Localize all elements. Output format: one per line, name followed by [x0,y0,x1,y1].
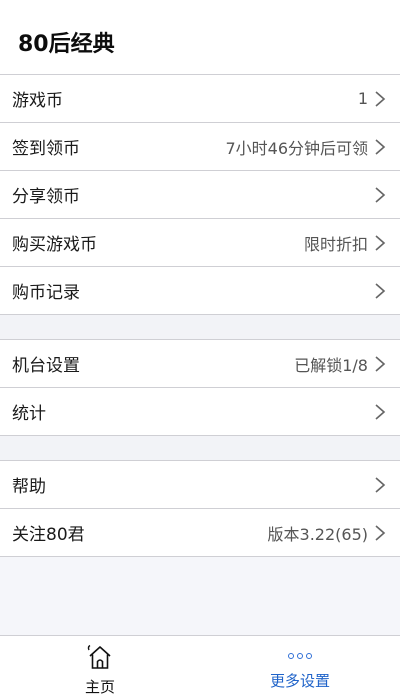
tab-home-label: 主页 [84,678,115,696]
row-share-coins[interactable]: 分享领币 [0,171,400,219]
row-label: 购买游戏币 [12,235,97,255]
row-purchase-history[interactable]: 购币记录 [0,267,400,315]
tab-more-settings-label: 更多设置 [269,672,330,690]
machine-settings-group: 机台设置 已解锁1/8 统计 [0,339,400,436]
chevron-right-icon [374,282,386,300]
tab-home[interactable]: 主页 [0,636,200,700]
section-gap [0,436,400,460]
chevron-right-icon [374,524,386,542]
row-statistics[interactable]: 统计 [0,388,400,436]
about-group: 帮助 关注80君 版本3.22(65) [0,460,400,557]
row-value: 1 [357,89,368,108]
chevron-right-icon [374,476,386,494]
page-title: 80后经典 [18,32,115,57]
coin-settings-group: 游戏币 1 签到领币 7小时46分钟后可领 分享领币 购买游戏币 限时折扣 购币… [0,74,400,315]
row-machine-settings[interactable]: 机台设置 已解锁1/8 [0,340,400,388]
chevron-right-icon [374,90,386,108]
row-value: 版本3.22(65) [267,524,368,544]
row-label: 机台设置 [12,356,80,376]
row-label: 购币记录 [12,283,80,303]
row-label: 游戏币 [12,91,63,111]
tab-more-settings[interactable]: 更多设置 [200,636,400,700]
chevron-right-icon [374,186,386,204]
row-help[interactable]: 帮助 [0,461,400,509]
chevron-right-icon [374,403,386,421]
row-label: 分享领币 [12,187,80,207]
row-label: 帮助 [12,477,46,497]
row-value: 7小时46分钟后可领 [225,138,368,158]
row-label: 签到领币 [12,139,80,159]
bottom-tab-bar: 主页 更多设置 [0,635,400,700]
row-checkin-coins[interactable]: 签到领币 7小时46分钟后可领 [0,123,400,171]
row-value: 限时折扣 [303,234,368,254]
section-gap [0,315,400,339]
chevron-right-icon [374,234,386,252]
row-value: 已解锁1/8 [294,355,368,375]
chevron-right-icon [374,138,386,156]
row-game-coins[interactable]: 游戏币 1 [0,75,400,123]
row-follow[interactable]: 关注80君 版本3.22(65) [0,509,400,557]
header: 80后经典 [0,0,400,74]
row-label: 关注80君 [12,525,85,545]
more-dots-icon [288,644,312,668]
home-icon [86,644,114,674]
chevron-right-icon [374,355,386,373]
row-buy-coins[interactable]: 购买游戏币 限时折扣 [0,219,400,267]
row-label: 统计 [12,404,46,424]
